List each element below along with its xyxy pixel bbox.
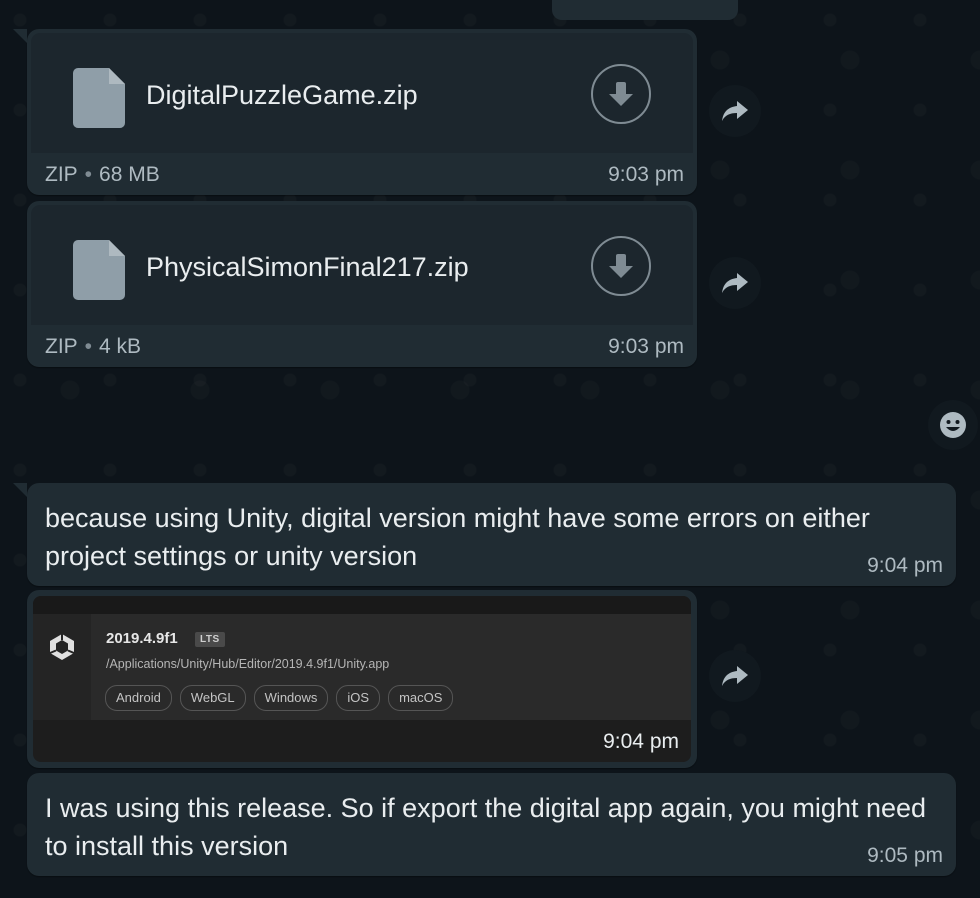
text-message-1[interactable]: because using Unity, digital version mig… (13, 483, 956, 586)
file-meta: ZIP • 68 MB (45, 163, 160, 187)
file-message-2[interactable]: PhysicalSimonFinal217.zip ZIP • 4 kB 9:03 … (27, 201, 697, 367)
message-text: I was using this release. So if export t… (45, 793, 927, 861)
file-meta: ZIP • 4 kB (45, 335, 141, 359)
file-size: 4 kB (99, 335, 142, 358)
platform-chip: WebGL (179, 685, 246, 711)
file-icon (73, 240, 125, 300)
platform-chip: iOS (336, 685, 381, 711)
download-button[interactable] (591, 64, 651, 124)
download-icon (609, 82, 633, 106)
lts-badge: LTS (195, 632, 225, 647)
text-message-2[interactable]: I was using this release. So if export t… (27, 773, 956, 876)
message-time: 9:03 pm (608, 163, 684, 186)
message-time: 9:05 pm (867, 844, 943, 867)
platform-chip: macOS (388, 685, 454, 711)
meta-separator: • (84, 335, 93, 358)
file-name: DigitalPuzzleGame.zip (146, 80, 418, 110)
file-attachment[interactable]: PhysicalSimonFinal217.zip (31, 205, 693, 325)
forward-icon (722, 273, 748, 293)
forward-button[interactable] (709, 257, 761, 309)
file-message-1[interactable]: DigitalPuzzleGame.zip ZIP • 68 MB 9:03 pm (13, 29, 697, 195)
file-icon (73, 68, 125, 128)
meta-separator: • (84, 163, 93, 186)
bubble-tail (13, 29, 27, 43)
download-icon (609, 254, 633, 278)
unity-version: 2019.4.9f1 (106, 630, 178, 647)
emoji-icon (940, 412, 966, 438)
image-message[interactable]: 2019.4.9f1 LTS /Applications/Unity/Hub/E… (27, 590, 697, 768)
file-type: ZIP (45, 163, 78, 186)
download-button[interactable] (591, 236, 651, 296)
message-text: because using Unity, digital version mig… (45, 503, 870, 571)
forward-button[interactable] (709, 85, 761, 137)
platform-chips: Android WebGL Windows iOS macOS (105, 685, 454, 711)
image-topbar (33, 596, 691, 614)
platform-chip: Android (105, 685, 172, 711)
emoji-reaction-button[interactable] (928, 400, 978, 450)
file-name: PhysicalSimonFinal217.zip (146, 252, 469, 282)
file-size: 68 MB (99, 163, 160, 186)
message-time: 9:04 pm (603, 730, 679, 753)
forward-icon (722, 101, 748, 121)
install-path: /Applications/Unity/Hub/Editor/2019.4.9f… (106, 657, 390, 671)
message-time: 9:04 pm (867, 554, 943, 577)
previous-message-bubble (552, 0, 738, 20)
file-attachment[interactable]: DigitalPuzzleGame.zip (31, 33, 693, 153)
file-type: ZIP (45, 335, 78, 358)
message-time: 9:03 pm (608, 335, 684, 358)
unity-logo-icon (49, 634, 75, 660)
forward-icon (722, 666, 748, 686)
platform-chip: Windows (253, 685, 329, 711)
unity-install-panel: 2019.4.9f1 LTS /Applications/Unity/Hub/E… (91, 614, 691, 720)
screenshot-image[interactable]: 2019.4.9f1 LTS /Applications/Unity/Hub/E… (33, 596, 691, 762)
forward-button[interactable] (709, 650, 761, 702)
bubble-tail (13, 483, 27, 497)
image-left-column (33, 614, 91, 720)
